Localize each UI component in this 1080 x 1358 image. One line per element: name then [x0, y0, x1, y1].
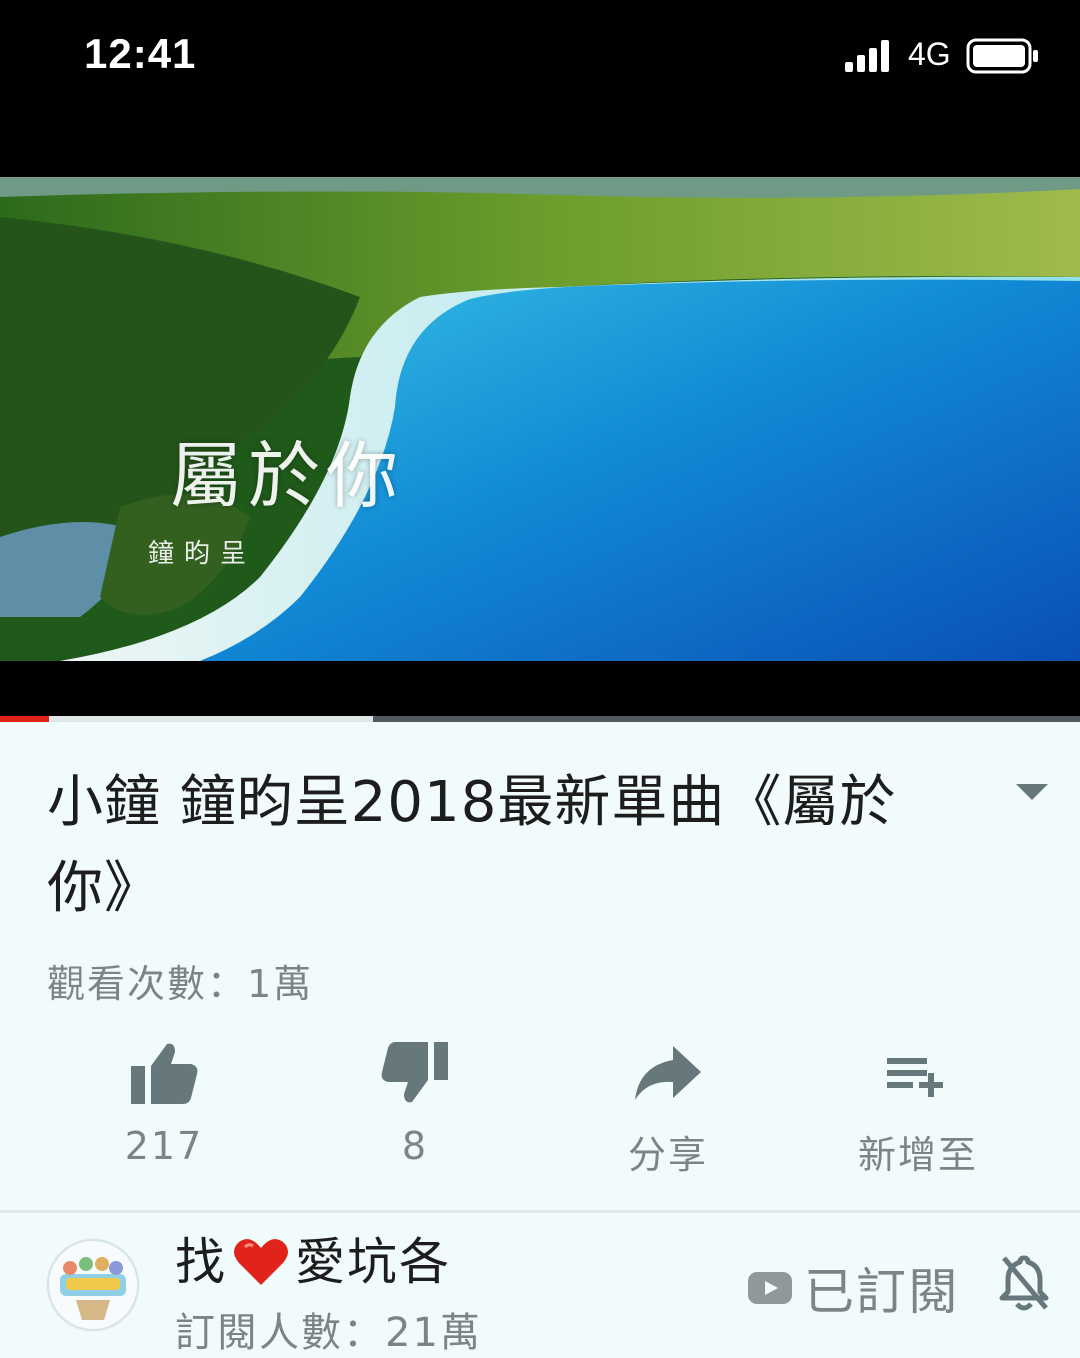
heart-icon [234, 1239, 288, 1285]
thumbs-up-icon [131, 1043, 198, 1104]
channel-name-part-2: 愛坑各 [295, 1233, 451, 1291]
thumbs-down-icon [381, 1042, 448, 1103]
network-type: 4G [908, 36, 951, 72]
channel-name[interactable]: 找 愛坑各 [175, 1222, 451, 1294]
section-divider [0, 1210, 1080, 1213]
view-count: 觀看次數：1萬 [47, 962, 314, 1006]
action-row: 217 8 分享 新增至 [0, 1040, 1080, 1180]
share-button[interactable]: 分享 [568, 1040, 768, 1180]
battery-icon [966, 38, 1038, 74]
video-overlay-artist: 鐘昀呈 [148, 539, 257, 569]
dislike-count: 8 [401, 1124, 429, 1168]
video-progress-bar[interactable] [0, 716, 1080, 722]
dislike-button[interactable]: 8 [315, 1040, 515, 1180]
video-title: 小鐘 鐘昀呈2018最新單曲《屬於你》 [47, 770, 897, 921]
subscriber-count: 訂閱人數：21萬 [175, 1310, 482, 1356]
progress-played [0, 716, 49, 722]
add-to-label: 新增至 [857, 1133, 978, 1177]
subscribed-button[interactable]: 已訂閱 [748, 1252, 960, 1321]
channel-name-part-1: 找 [175, 1233, 227, 1291]
video-thumbnail [0, 177, 1080, 661]
signal-bars-icon [845, 40, 889, 72]
youtube-icon [748, 1272, 792, 1304]
subscribed-label: 已訂閱 [804, 1263, 960, 1321]
like-button[interactable]: 217 [64, 1040, 264, 1180]
chevron-down-icon[interactable] [1012, 780, 1052, 804]
avatar-image [46, 1238, 140, 1332]
share-label: 分享 [627, 1133, 708, 1177]
progress-buffered [0, 716, 373, 722]
video-player[interactable]: 屬於你 鐘昀呈 [0, 177, 1080, 661]
playlist-add-icon [887, 1058, 943, 1097]
share-icon [635, 1046, 701, 1100]
add-to-button[interactable]: 新增至 [818, 1040, 1018, 1180]
video-overlay-title: 屬於你 [170, 434, 405, 518]
video-letterbox [0, 661, 1080, 716]
status-bar: 12:41 4G [0, 0, 1080, 177]
like-count: 217 [124, 1124, 204, 1168]
channel-avatar[interactable] [46, 1238, 140, 1332]
status-time: 12:41 [84, 30, 197, 77]
bell-off-icon[interactable] [998, 1254, 1050, 1312]
